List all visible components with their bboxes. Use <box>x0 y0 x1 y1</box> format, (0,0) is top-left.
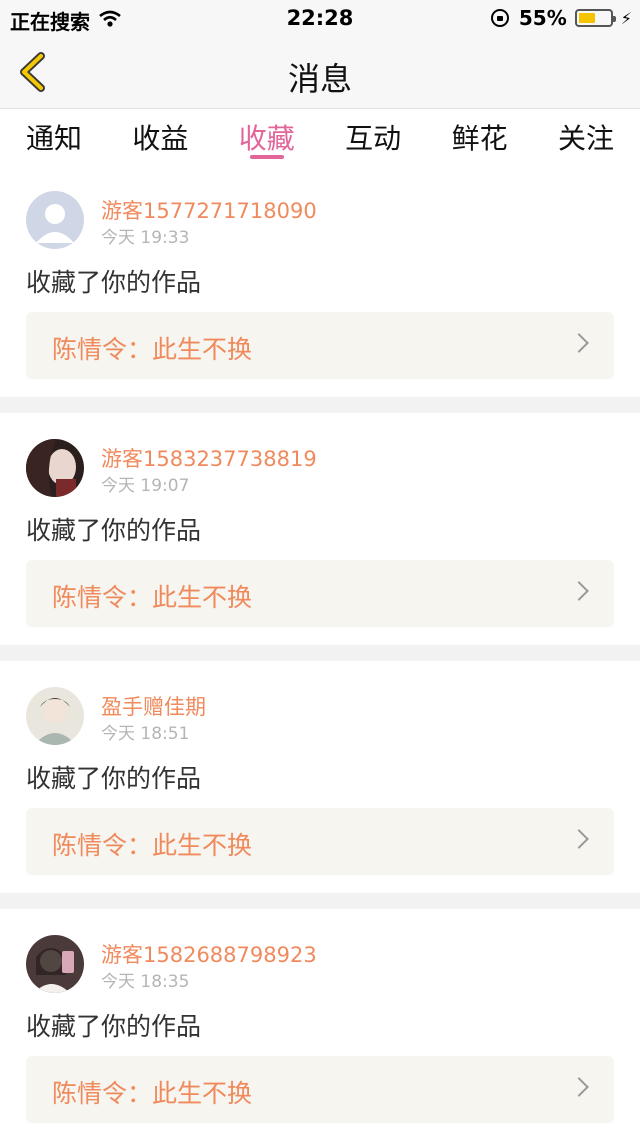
chevron-right-icon <box>569 581 589 601</box>
battery-icon <box>574 9 616 27</box>
favorite-item: 游客1582688798923 今天 18:35 收藏了你的作品陈情令：此生不换 <box>0 909 640 1141</box>
tab-label: 鲜花 <box>451 122 508 155</box>
tab-bar: 通知 收益 收藏 互动 鲜花 关注 <box>0 109 640 165</box>
work-title: 陈情令：此生不换 <box>52 831 253 860</box>
favorites-list: 游客1577271718090 今天 19:33 收藏了你的作品 陈情令：此生不换 游客… <box>0 165 640 1141</box>
username[interactable]: 游客1582688798923 <box>101 939 317 969</box>
page-title: 消息 <box>287 60 352 98</box>
charging-bolt-icon: ⚡ <box>620 8 632 28</box>
rotation-lock-icon <box>490 9 509 27</box>
battery-tip <box>612 16 616 22</box>
status-right: 55% ⚡ <box>490 6 632 30</box>
work-link[interactable]: 陈情令：此生不换 <box>26 560 614 627</box>
timestamp: 今天 18:35 <box>101 972 190 992</box>
tab-label: 收益 <box>132 122 189 155</box>
favorite-item: 游客1577271718090 今天 19:33 收藏了你的作品陈情令：此生不换 <box>0 165 640 397</box>
tab-2[interactable]: 收藏 <box>239 109 295 165</box>
action-text: 收藏了你的作品 <box>26 1012 202 1041</box>
timestamp: 今天 18:51 <box>101 724 190 744</box>
username[interactable]: 游客1577271718090 <box>101 195 317 225</box>
battery-fill <box>578 13 596 23</box>
tab-label: 关注 <box>557 122 614 155</box>
favorite-item: 游客1583237738819 今天 19:07 收藏了你的作品陈情令：此生不换 <box>0 413 640 645</box>
tab-1[interactable]: 收益 <box>132 109 188 165</box>
section-divider <box>0 645 640 661</box>
chevron-right-icon <box>569 333 589 353</box>
chevron-right-icon <box>569 1077 589 1097</box>
tab-3[interactable]: 互动 <box>345 109 401 165</box>
timestamp: 今天 19:33 <box>101 228 190 248</box>
username[interactable]: 游客1583237738819 <box>101 443 317 473</box>
action-text: 收藏了你的作品 <box>26 268 202 297</box>
work-link[interactable]: 陈情令：此生不换 <box>26 1056 614 1123</box>
battery-percent: 55% <box>518 6 567 30</box>
favorite-item: 盈手赠佳期今天 18:51 收藏了你的作品陈情令：此生不换 <box>0 661 640 893</box>
active-tab-indicator <box>249 155 284 159</box>
avatar[interactable] <box>26 687 84 745</box>
nav-bar: 消息 <box>0 36 640 109</box>
tab-label: 收藏 <box>238 122 295 155</box>
section-divider <box>0 893 640 909</box>
chevron-right-icon <box>569 829 589 849</box>
timestamp: 今天 19:07 <box>101 476 190 496</box>
work-link[interactable]: 陈情令：此生不换 <box>26 808 614 875</box>
tab-0[interactable]: 通知 <box>26 109 82 165</box>
tab-4[interactable]: 鲜花 <box>452 109 508 165</box>
work-title: 陈情令：此生不换 <box>52 335 253 364</box>
work-title: 陈情令：此生不换 <box>52 583 253 612</box>
tab-label: 互动 <box>345 122 402 155</box>
avatar[interactable] <box>26 935 84 993</box>
status-bar: 正在搜索 22:28 55% ⚡ <box>0 0 640 36</box>
username[interactable]: 盈手赠佳期 <box>101 691 206 721</box>
section-divider <box>0 397 640 413</box>
action-text: 收藏了你的作品 <box>26 764 202 793</box>
work-link[interactable]: 陈情令：此生不换 <box>26 312 614 379</box>
tab-label: 通知 <box>26 122 83 155</box>
work-title: 陈情令：此生不换 <box>52 1079 253 1108</box>
avatar[interactable] <box>26 439 84 497</box>
action-text: 收藏了你的作品 <box>26 516 202 545</box>
avatar[interactable] <box>26 191 84 249</box>
tab-5[interactable]: 关注 <box>558 109 614 165</box>
